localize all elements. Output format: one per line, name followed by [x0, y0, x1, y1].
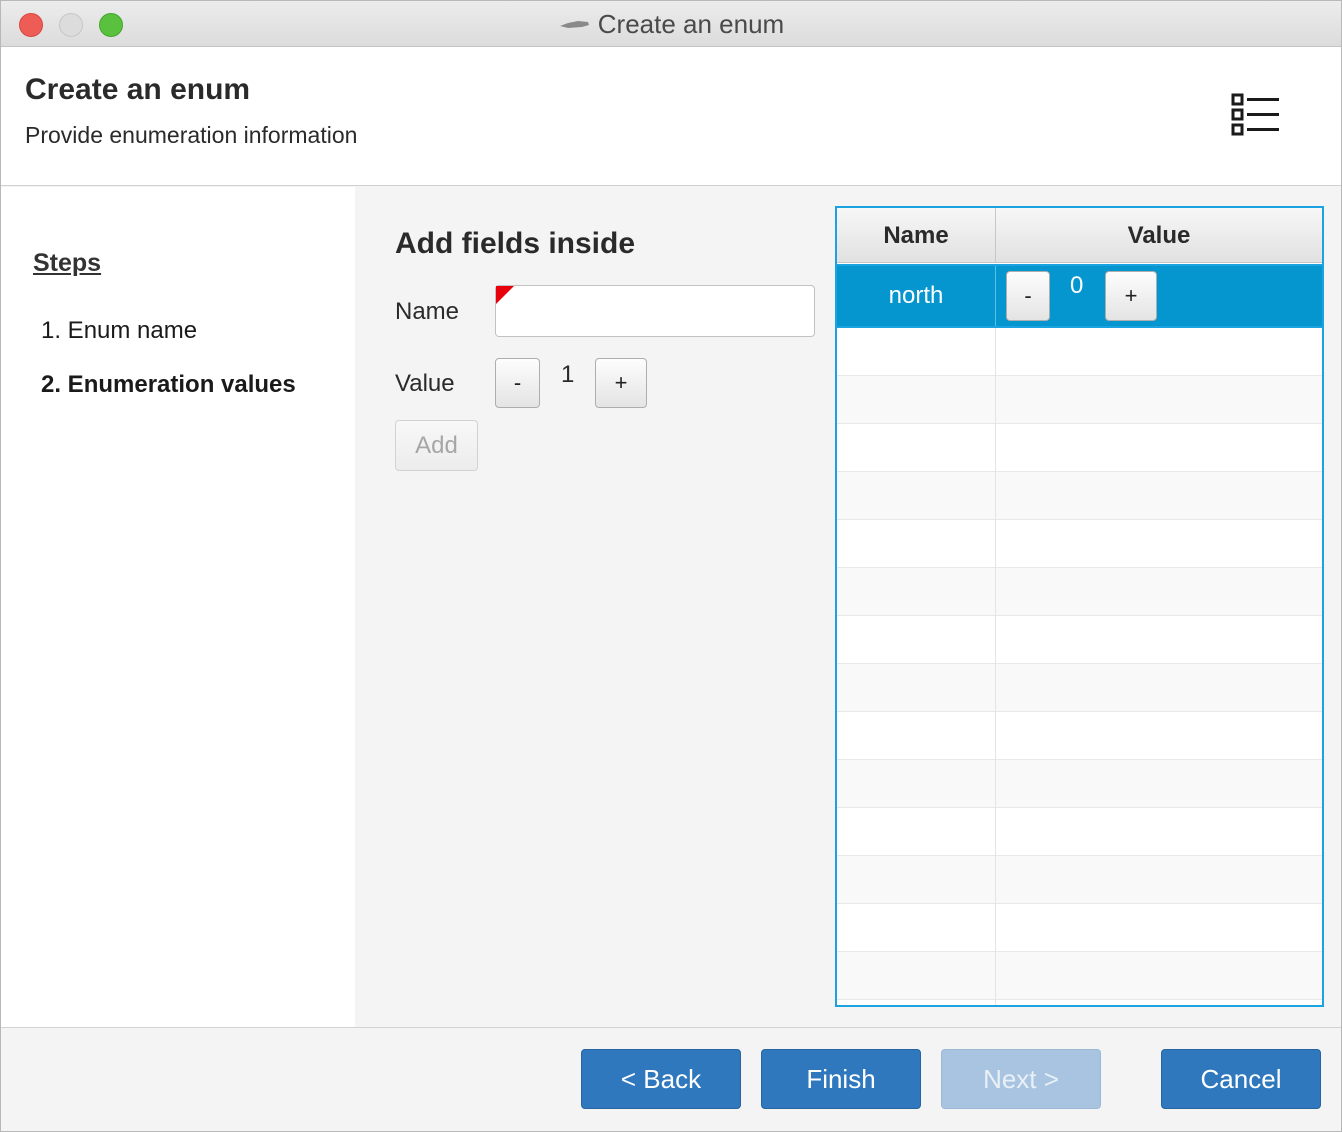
- button-bar: < Back Finish Next > Cancel: [1, 1027, 1341, 1131]
- row-name-cell[interactable]: north: [837, 266, 996, 326]
- window-title: Create an enum: [597, 8, 785, 39]
- step-enumeration-values: 2. Enumeration values: [41, 371, 296, 398]
- list-icon: [1229, 93, 1281, 144]
- next-button[interactable]: Next >: [941, 1049, 1101, 1109]
- required-field-marker: [496, 286, 514, 304]
- add-field-button[interactable]: Add: [395, 420, 478, 471]
- row-value-decrement-button[interactable]: -: [1006, 271, 1050, 321]
- app-icon: [558, 19, 590, 29]
- cancel-button[interactable]: Cancel: [1161, 1049, 1321, 1109]
- name-label: Name: [395, 298, 460, 325]
- table-row[interactable]: north - 0 +: [837, 264, 1322, 328]
- steps-heading: Steps: [33, 249, 102, 277]
- value-label: Value: [395, 370, 455, 397]
- value-spinner-value[interactable]: 1: [561, 361, 574, 389]
- step-enum-name: 1. Enum name: [41, 317, 198, 344]
- name-input[interactable]: [495, 285, 815, 337]
- empty-table-rows: [837, 328, 1322, 1005]
- table-header: Name Value: [837, 208, 1322, 263]
- page-title: Create an enum: [25, 73, 251, 106]
- back-button[interactable]: < Back: [581, 1049, 741, 1109]
- form-title: Add fields inside: [395, 227, 636, 260]
- page-subtitle: Provide enumeration information: [25, 122, 358, 148]
- title-wrap: Create an enum: [1, 1, 1341, 47]
- wizard-header: Create an enum Provide enumeration infor…: [1, 47, 1341, 186]
- value-decrement-button[interactable]: -: [495, 358, 540, 408]
- column-header-name[interactable]: Name: [837, 208, 996, 263]
- title-bar[interactable]: Create an enum: [1, 1, 1341, 47]
- steps-sidebar: Steps 1. Enum name 2. Enumeration values: [1, 187, 355, 1027]
- value-increment-button[interactable]: +: [595, 358, 647, 408]
- fields-table[interactable]: Name Value north - 0 +: [835, 206, 1324, 1007]
- column-header-value[interactable]: Value: [996, 208, 1322, 263]
- row-value-spinner-value[interactable]: 0: [1070, 272, 1083, 300]
- row-value-increment-button[interactable]: +: [1105, 271, 1157, 321]
- dialog-window: Create an enum Create an enum Provide en…: [0, 0, 1342, 1132]
- finish-button[interactable]: Finish: [761, 1049, 921, 1109]
